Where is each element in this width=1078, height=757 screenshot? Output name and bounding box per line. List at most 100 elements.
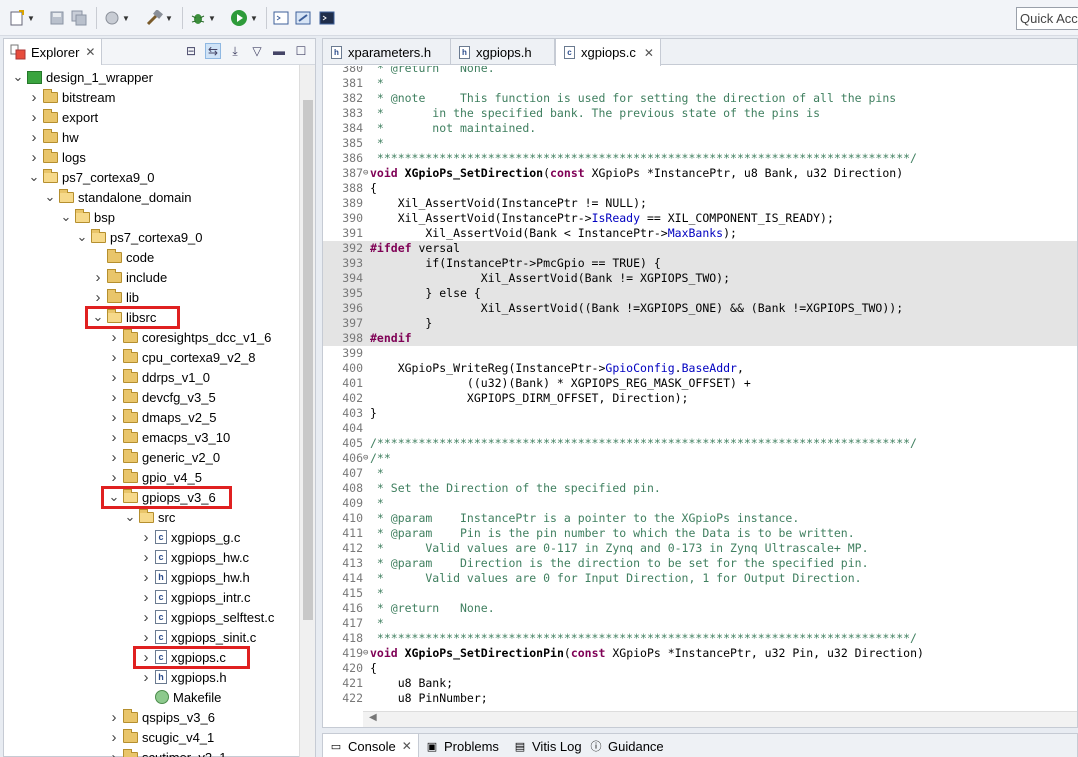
tree-item[interactable]: › ddrps_v1_0	[108, 367, 210, 387]
tree-item[interactable]: ⌄ ps7_cortexa9_0	[76, 227, 203, 247]
tree-item[interactable]: › bitstream	[28, 87, 115, 107]
tree-item[interactable]: ⌄ src	[124, 507, 175, 527]
chevron-right-icon[interactable]: ›	[28, 89, 40, 106]
tree-item[interactable]: › export	[28, 107, 98, 127]
editor-tab[interactable]: c xgpiops.c ✕	[555, 39, 661, 66]
bug-icon[interactable]: ▼	[188, 8, 218, 28]
tree-item[interactable]: › hw	[28, 127, 79, 147]
chevron-right-icon[interactable]: ›	[108, 749, 120, 757]
tree-item[interactable]: ⌄ design_1_wrapper	[12, 67, 153, 87]
explorer-scrollbar[interactable]	[299, 65, 315, 757]
chevron-right-icon[interactable]: ›	[92, 269, 104, 286]
chevron-right-icon[interactable]: ›	[28, 149, 40, 166]
run-icon[interactable]: ▼	[226, 8, 262, 28]
filter-icon[interactable]: ⤓	[227, 43, 243, 59]
chevron-right-icon[interactable]: ›	[108, 349, 120, 366]
bottom-tab[interactable]: ▣ Problems	[419, 734, 499, 757]
chevron-down-icon[interactable]: ⌄	[28, 170, 40, 183]
tree-item[interactable]: › emacps_v3_10	[108, 427, 230, 447]
bottom-tab[interactable]: ⓘ Guidance	[583, 734, 664, 757]
new-icon[interactable]: ▼	[8, 8, 36, 28]
bottom-tab[interactable]: ▤ Vitis Log	[507, 734, 582, 757]
chevron-right-icon[interactable]: ›	[108, 409, 120, 426]
editor-tab[interactable]: h xparameters.h	[323, 39, 451, 65]
chevron-right-icon[interactable]: ›	[108, 329, 120, 346]
chevron-right-icon[interactable]: ›	[92, 289, 104, 306]
editor-tab[interactable]: h xgpiops.h	[451, 39, 555, 65]
close-icon[interactable]: ✕	[85, 45, 95, 59]
save-all-icon[interactable]	[70, 8, 88, 28]
close-icon[interactable]: ✕	[402, 739, 412, 753]
code-area[interactable]: 380 * @return None. 381 * 382 * @note This…	[323, 66, 1077, 712]
terminal-icon[interactable]	[272, 8, 290, 28]
close-icon[interactable]: ✕	[644, 46, 654, 60]
chevron-down-icon[interactable]: ⌄	[44, 190, 56, 203]
chevron-right-icon[interactable]: ›	[108, 429, 120, 446]
tree-item[interactable]: › coresightps_dcc_v1_6	[108, 327, 271, 347]
tree-item[interactable]: ⌄ bsp	[60, 207, 115, 227]
tree-item[interactable]: code	[92, 247, 154, 267]
tree-item[interactable]: › gpio_v4_5	[108, 467, 202, 487]
line-number: 388	[342, 181, 363, 195]
chevron-right-icon[interactable]: ›	[108, 389, 120, 406]
tree-item[interactable]: › scugic_v4_1	[108, 727, 214, 747]
tree-item[interactable]: ⌄ ps7_cortexa9_0	[28, 167, 155, 187]
chevron-right-icon[interactable]: ›	[108, 729, 120, 746]
code-line: 403}	[323, 406, 1077, 421]
build-icon[interactable]: ▼	[142, 8, 176, 28]
quick-access-input[interactable]: Quick Access	[1016, 7, 1078, 30]
line-number: 397	[342, 316, 363, 330]
tree-item[interactable]: › c xgpiops_g.c	[140, 527, 241, 547]
tree-item[interactable]: › generic_v2_0	[108, 447, 220, 467]
chevron-right-icon[interactable]: ›	[140, 529, 152, 546]
view-menu-icon[interactable]: ▽	[249, 43, 265, 59]
tree-item[interactable]: › lib	[92, 287, 139, 307]
tree-item[interactable]: › devcfg_v3_5	[108, 387, 216, 407]
bottom-tab[interactable]: ▭ Console ✕	[323, 734, 419, 757]
tree-item[interactable]: › logs	[28, 147, 86, 167]
chevron-right-icon[interactable]: ›	[140, 629, 152, 646]
tab-explorer[interactable]: Explorer ✕	[4, 39, 102, 65]
explorer-tab-label: Explorer	[31, 44, 80, 60]
tree-item[interactable]: › dmaps_v2_5	[108, 407, 216, 427]
tree-item[interactable]: › scutimer_v2_1	[108, 747, 227, 757]
chevron-down-icon[interactable]: ⌄	[60, 210, 72, 223]
tree-item[interactable]: › c xgpiops_intr.c	[140, 587, 251, 607]
editor-tabs: h xparameters.h h xgpiops.h c xgpiops.c ✕	[323, 39, 1077, 66]
collapse-all-icon[interactable]: ⊟	[183, 43, 199, 59]
minimize-icon[interactable]: ▬	[271, 43, 287, 59]
chevron-right-icon[interactable]: ›	[140, 589, 152, 606]
chevron-right-icon[interactable]: ›	[28, 129, 40, 146]
chevron-right-icon[interactable]: ›	[140, 609, 152, 626]
chevron-down-icon[interactable]: ⌄	[12, 70, 24, 83]
tree-item[interactable]: › h xgpiops.h	[140, 667, 227, 687]
tree-item[interactable]: › c xgpiops_selftest.c	[140, 607, 275, 627]
editor-hscrollbar[interactable]: ◀	[363, 711, 1077, 727]
chevron-down-icon[interactable]: ⌄	[76, 230, 88, 243]
chevron-right-icon[interactable]: ›	[108, 469, 120, 486]
line-number: 404	[342, 421, 363, 435]
tree-item[interactable]: Makefile	[140, 687, 221, 707]
line-number: 390	[342, 211, 363, 225]
chevron-right-icon[interactable]: ›	[108, 709, 120, 726]
chevron-right-icon[interactable]: ›	[108, 369, 120, 386]
chevron-down-icon[interactable]: ⌄	[124, 510, 136, 523]
tree-item[interactable]: ⌄ standalone_domain	[44, 187, 191, 207]
tree-item[interactable]: › c xgpiops_sinit.c	[140, 627, 257, 647]
chevron-right-icon[interactable]: ›	[140, 569, 152, 586]
chevron-right-icon[interactable]: ›	[28, 109, 40, 126]
tree-item[interactable]: › cpu_cortexa9_v2_8	[108, 347, 255, 367]
console-icon[interactable]	[318, 8, 336, 28]
tree-item[interactable]: › qspips_v3_6	[108, 707, 215, 727]
save-icon[interactable]	[48, 8, 66, 28]
tree-item[interactable]: › h xgpiops_hw.h	[140, 567, 250, 587]
debug-config-icon[interactable]: ▼	[104, 8, 130, 28]
settings-icon[interactable]	[294, 8, 312, 28]
chevron-right-icon[interactable]: ›	[140, 549, 152, 566]
link-with-editor-icon[interactable]: ⇆	[205, 43, 221, 59]
chevron-right-icon[interactable]: ›	[140, 669, 152, 686]
chevron-right-icon[interactable]: ›	[108, 449, 120, 466]
tree-item[interactable]: › c xgpiops_hw.c	[140, 547, 250, 567]
maximize-icon[interactable]: ☐	[293, 43, 309, 59]
tree-item[interactable]: › include	[92, 267, 167, 287]
